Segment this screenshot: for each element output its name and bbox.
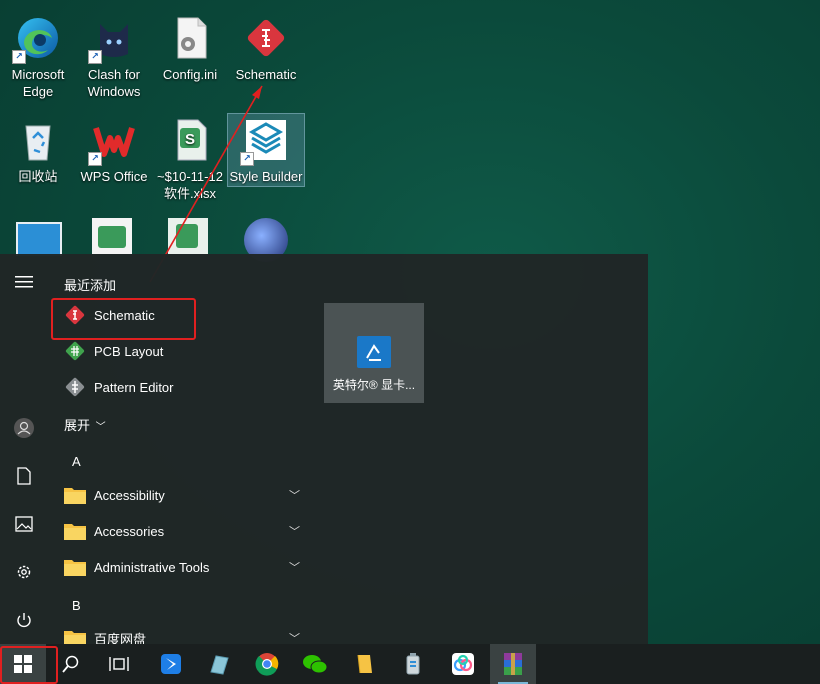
expand-label: 展开	[64, 418, 91, 433]
user-avatar-icon	[14, 418, 34, 438]
start-menu-rail	[0, 254, 48, 644]
feishu-icon	[161, 654, 181, 674]
chevron-down-icon: ﹀	[95, 422, 106, 433]
gear-icon	[17, 565, 31, 579]
taskbar-app-recycle[interactable]	[390, 644, 436, 684]
app-item-label: Accessories	[94, 523, 165, 539]
taskbar	[0, 644, 820, 684]
group-letter-a[interactable]: A	[72, 454, 81, 469]
start-menu: 最近添加 Schematic PCB Layout Pattern Editor…	[0, 254, 648, 644]
app-item-label: 百度网盘	[94, 631, 147, 645]
notes-icon	[210, 655, 229, 675]
chevron-down-icon: ﹀	[289, 526, 300, 538]
recently-added-header: 最近添加	[64, 278, 117, 293]
baidu-netdisk-icon	[452, 653, 474, 675]
power-icon	[17, 613, 31, 628]
folder-icon	[62, 482, 88, 508]
hamburger-icon	[15, 276, 33, 288]
documents-button[interactable]	[8, 460, 40, 492]
app-item-pattern-editor[interactable]: Pattern Editor	[56, 370, 304, 404]
pattern-editor-icon	[62, 374, 88, 400]
taskbar-app-file-explorer[interactable]	[342, 644, 388, 684]
app-folder-administrative-tools[interactable]: Administrative Tools ﹀	[56, 550, 304, 584]
tile-intel-graphics[interactable]: 英特尔® 显卡...	[324, 303, 424, 403]
taskbar-app-chrome[interactable]	[244, 644, 290, 684]
expand-button[interactable]: 展开 ﹀	[64, 415, 106, 434]
pcb-layout-icon	[62, 338, 88, 364]
chevron-down-icon: ﹀	[289, 633, 300, 644]
taskbar-app-feishu[interactable]	[148, 644, 194, 684]
app-item-pcb-layout[interactable]: PCB Layout	[56, 334, 304, 368]
app-folder-baidu-netdisk[interactable]: 百度网盘 ﹀	[56, 621, 304, 644]
task-view-icon	[109, 657, 129, 671]
pictures-button[interactable]	[8, 508, 40, 540]
picture-icon	[15, 516, 33, 532]
user-account-button[interactable]	[8, 412, 40, 444]
wechat-icon	[303, 655, 328, 674]
intel-graphics-icon	[357, 336, 391, 368]
tile-label: 英特尔® 显卡...	[332, 378, 416, 392]
winrar-icon	[504, 653, 522, 675]
document-icon	[17, 467, 31, 485]
chevron-down-icon: ﹀	[289, 562, 300, 574]
app-item-label: Pattern Editor	[94, 379, 174, 395]
app-item-label: Administrative Tools	[94, 559, 210, 575]
taskbar-app-winrar[interactable]	[490, 644, 536, 684]
task-view-button[interactable]	[96, 644, 142, 684]
search-icon	[62, 655, 79, 673]
power-button[interactable]	[8, 604, 40, 636]
start-app-list: 最近添加 Schematic PCB Layout Pattern Editor…	[48, 254, 308, 644]
file-explorer-icon	[357, 654, 372, 674]
app-folder-accessories[interactable]: Accessories ﹀	[56, 514, 304, 548]
search-button[interactable]	[48, 644, 94, 684]
taskbar-app-notes[interactable]	[196, 644, 242, 684]
chevron-down-icon: ﹀	[289, 490, 300, 502]
recycle-app-icon	[406, 653, 420, 675]
chrome-icon	[255, 653, 279, 676]
app-item-label: PCB Layout	[94, 343, 164, 359]
group-letter-b[interactable]: B	[72, 598, 81, 613]
app-folder-accessibility[interactable]: Accessibility ﹀	[56, 478, 304, 512]
folder-icon	[62, 625, 88, 644]
hamburger-menu-button[interactable]	[8, 266, 40, 298]
settings-button[interactable]	[8, 556, 40, 588]
folder-icon	[62, 554, 88, 580]
app-item-label: Accessibility	[94, 487, 165, 503]
folder-icon	[62, 518, 88, 544]
taskbar-app-baidu-netdisk[interactable]	[440, 644, 486, 684]
taskbar-app-wechat[interactable]	[292, 644, 338, 684]
